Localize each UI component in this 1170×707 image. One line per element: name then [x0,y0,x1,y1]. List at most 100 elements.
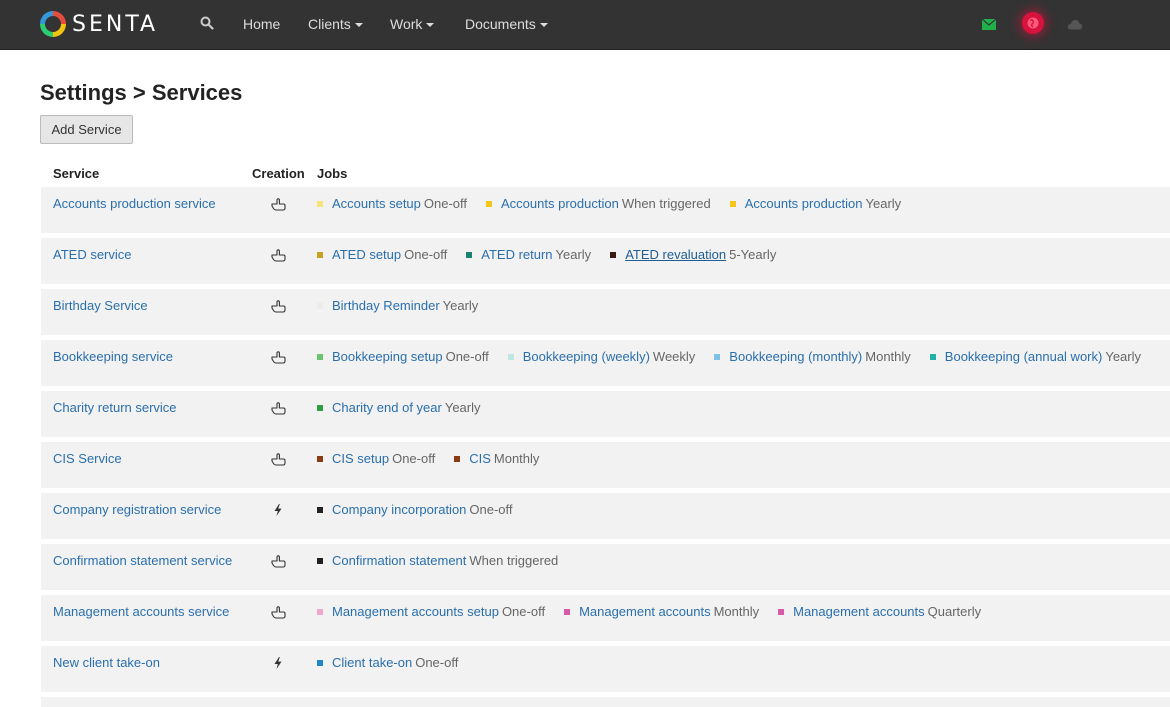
service-link[interactable]: Management accounts service [53,604,229,619]
job-link[interactable]: Bookkeeping (annual work) [945,349,1103,364]
color-square-icon [729,200,736,207]
job-frequency: One-off [423,196,468,211]
color-square-icon [317,200,323,207]
job-link[interactable]: Accounts production [745,196,863,211]
job-link[interactable]: Accounts production [501,196,619,211]
service-link[interactable]: CIS Service [53,451,122,466]
nav-documents[interactable]: Documents [465,15,548,33]
job-list: Bookkeeping setup One-off Bookkeeping (wee… [317,349,1160,364]
job-link[interactable]: Company incorporation [332,502,466,517]
service-link[interactable]: ATED service [53,247,132,262]
globe-icon [1027,17,1039,29]
job-item: Birthday Reminder Yearly [317,298,478,313]
column-header-creation: Creation [252,166,305,181]
job-item: Bookkeeping (annual work) Yearly [929,349,1141,364]
job-frequency: Monthly [713,604,760,619]
search-icon[interactable] [200,16,216,32]
job-item: Accounts production When triggered [486,196,711,211]
hand-pointer-icon [270,604,286,620]
color-square-icon [486,200,493,207]
table-row: CIS Service CIS setup One-off CIS Monthly [41,442,1170,488]
job-frequency: Weekly [652,349,696,364]
service-link[interactable]: New client take-on [53,655,160,670]
chevron-down-icon [354,23,363,28]
job-link[interactable]: Management accounts [579,604,711,619]
job-frequency: Yearly [444,400,481,415]
job-link[interactable]: Management accounts setup [332,604,499,619]
add-service-button[interactable]: Add Service [40,115,133,144]
job-link[interactable]: ATED setup [332,247,401,262]
job-list: CIS setup One-off CIS Monthly [317,451,558,466]
job-list: Client take-on One-off [317,655,477,670]
table-row: Accounts production service Accounts setu… [41,187,1170,233]
job-link[interactable]: Client take-on [332,655,412,670]
job-link[interactable]: Birthday Reminder [332,298,440,313]
job-frequency: One-off [469,502,513,517]
color-square-icon [714,353,721,360]
hand-pointer-icon [270,451,286,467]
job-item: Client take-on One-off [317,655,458,670]
job-link[interactable]: Management accounts [793,604,925,619]
nav-work[interactable]: Work [390,15,435,33]
job-frequency: One-off [501,604,546,619]
color-square-icon [317,353,323,360]
cloud-icon[interactable] [1066,15,1084,33]
job-item: Bookkeeping (monthly) Monthly [714,349,911,364]
color-square-icon [317,302,323,309]
table-row: New client take-on Client take-on One-off [41,646,1170,692]
job-frequency: One-off [415,655,459,670]
job-item: ATED setup One-off [317,247,447,262]
service-link[interactable]: Charity return service [53,400,177,415]
job-frequency: Yearly [555,247,592,262]
job-link[interactable]: Bookkeeping setup [332,349,443,364]
nav-home[interactable]: Home [243,15,280,33]
envelope-icon[interactable] [980,15,998,33]
job-item: Accounts production Yearly [729,196,901,211]
job-list: Confirmation statement When triggered [317,553,577,568]
table-row: Birthday Service Birthday Reminder Yearly [41,289,1170,335]
table-row: Management accounts service Management ac… [41,595,1170,641]
job-item: ATED return Yearly [466,247,591,262]
job-link[interactable]: CIS [469,451,491,466]
job-link[interactable]: Charity end of year [332,400,442,415]
table-row: Company registration service Company inco… [41,493,1170,539]
job-link[interactable]: ATED revaluation [625,247,726,262]
globe-status-indicator[interactable] [1022,12,1044,34]
table-row: ATED service ATED setup One-off ATED return… [41,238,1170,284]
table-row: Charity return service Charity end of yea… [41,391,1170,437]
color-square-icon [778,608,785,615]
job-item: ATED revaluation 5-Yearly [610,247,776,262]
job-link[interactable]: Accounts setup [332,196,421,211]
job-frequency: 5-Yearly [729,247,777,262]
hand-pointer-icon [270,349,286,365]
nav-clients[interactable]: Clients [308,15,363,33]
job-frequency: When triggered [469,553,559,568]
service-link[interactable]: Birthday Service [53,298,148,313]
chevron-down-icon [539,23,548,28]
job-frequency: Monthly [493,451,540,466]
color-square-icon [507,353,514,360]
service-link[interactable]: Confirmation statement service [53,553,232,568]
hand-pointer-icon [270,400,286,416]
page-title: Settings > Services [40,80,243,105]
job-link[interactable]: CIS setup [332,451,389,466]
job-link[interactable]: Bookkeeping (weekly) [523,349,650,364]
color-square-icon [610,251,617,258]
job-item: Charity end of year Yearly [317,400,481,415]
table-row: Confirmation statement service Confirmati… [41,544,1170,590]
job-list: Accounts setup One-off Accounts production… [317,196,920,211]
service-link[interactable]: Company registration service [53,502,221,517]
job-item: Bookkeeping (weekly) Weekly [507,349,696,364]
color-square-icon [466,251,473,258]
service-link[interactable]: Bookkeeping service [53,349,173,364]
job-link[interactable]: Bookkeeping (monthly) [729,349,862,364]
service-link[interactable]: Accounts production service [53,196,216,211]
column-header-service: Service [53,166,100,181]
job-link[interactable]: Confirmation statement [332,553,466,568]
job-link[interactable]: ATED return [481,247,552,262]
job-frequency: Yearly [442,298,479,313]
brand-name: SENTA [72,11,159,37]
senta-logo[interactable]: SENTA [40,10,158,38]
color-square-icon [317,608,323,615]
job-item: Confirmation statement When triggered [317,553,558,568]
